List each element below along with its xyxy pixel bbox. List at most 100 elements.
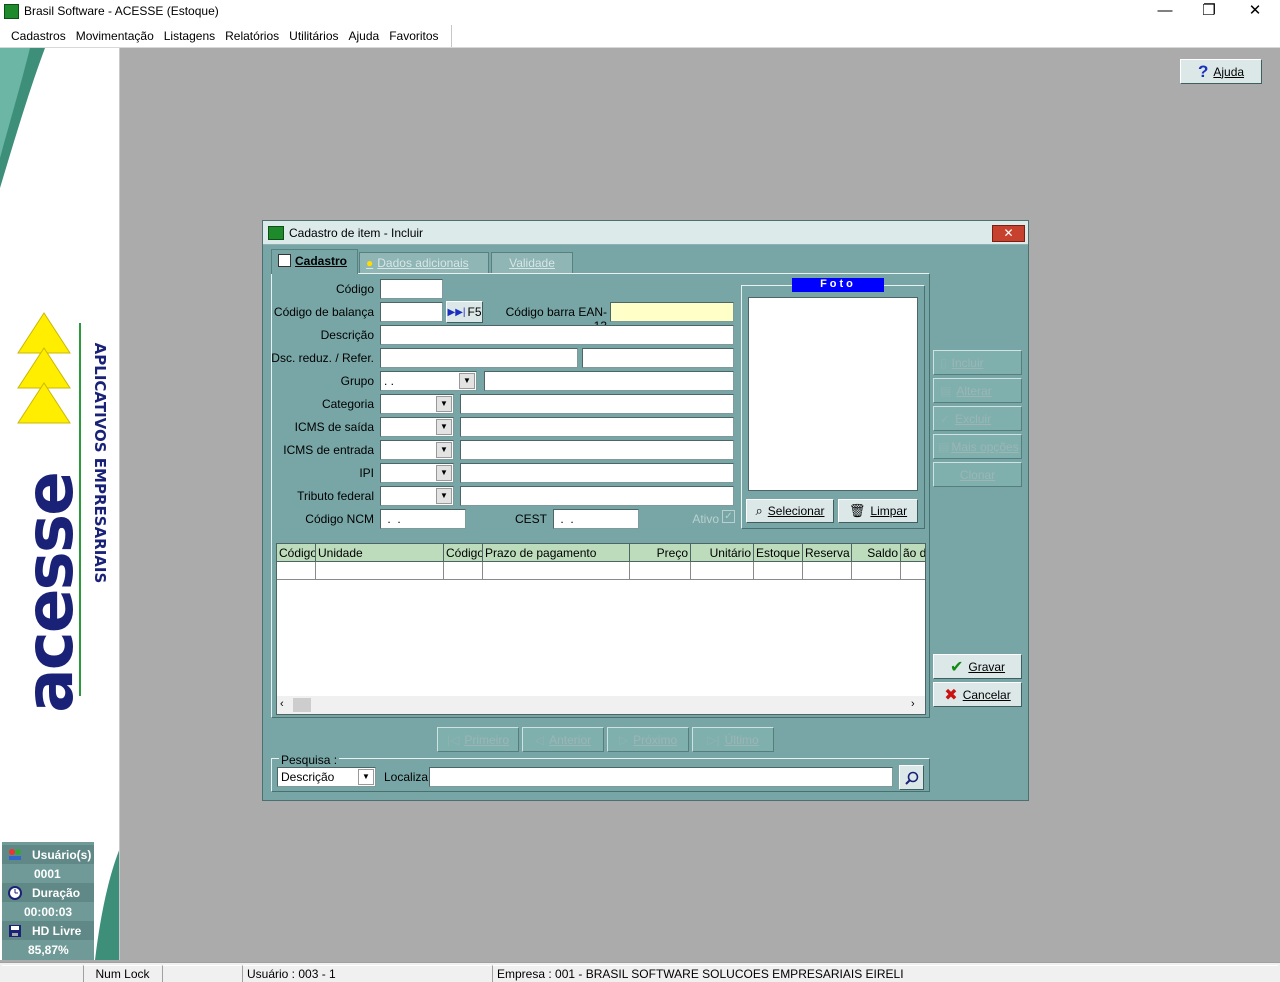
grupo-select[interactable]: . . ▼ <box>380 371 477 391</box>
grid-header-unitario[interactable]: Unitário <box>691 544 754 562</box>
proximo-button[interactable]: ▷ Próximo <box>607 727 689 752</box>
grid-header-codigo[interactable]: Código <box>277 544 316 562</box>
anterior-button[interactable]: ◁ Anterior <box>522 727 604 752</box>
grid-cell[interactable] <box>316 562 444 580</box>
grid-cell[interactable] <box>754 562 803 580</box>
excluir-label: Excluir <box>955 411 992 426</box>
chevron-down-icon[interactable]: ▼ <box>358 769 374 785</box>
chevron-down-icon[interactable]: ▼ <box>436 442 452 458</box>
chevron-down-icon[interactable]: ▼ <box>436 419 452 435</box>
localiza-input[interactable] <box>429 767 893 787</box>
pesquisa-select[interactable]: Descrição ▼ <box>277 767 376 787</box>
categoria-desc-input[interactable] <box>460 394 734 414</box>
grid-header-saldo[interactable]: Saldo <box>852 544 901 562</box>
cest-input[interactable]: . . <box>553 509 639 529</box>
menu-favoritos[interactable]: Favoritos <box>383 25 442 47</box>
primeiro-button[interactable]: |◁ Primeiro <box>437 727 519 752</box>
tab-dados-adicionais[interactable]: ● Dados adicionais <box>359 252 489 273</box>
status-numlock: Num Lock <box>83 965 161 982</box>
icms-entrada-select[interactable]: ▼ <box>380 440 454 460</box>
codigo-balanca-input[interactable] <box>380 302 443 322</box>
grid-header-reserva[interactable]: Reserva <box>803 544 852 562</box>
status-cell-3 <box>162 965 241 982</box>
scroll-thumb[interactable] <box>293 698 311 712</box>
ipi-desc-input[interactable] <box>460 463 734 483</box>
anterior-label: Anterior <box>549 732 592 747</box>
restore-button[interactable]: ❐ <box>1186 0 1232 24</box>
ultimo-button[interactable]: ▷| Último <box>692 727 774 752</box>
referencia-input[interactable] <box>582 348 734 368</box>
menu-cadastros[interactable]: Cadastros <box>5 25 70 47</box>
lightbulb-icon: ● <box>366 256 374 270</box>
alterar-label: Alterar <box>956 383 992 398</box>
alterar-button[interactable]: ▤ Alterar <box>933 378 1022 403</box>
grid-header-prazo[interactable]: Prazo de pagamento <box>483 544 630 562</box>
codigo-barra-input[interactable] <box>610 302 734 322</box>
help-button[interactable]: ? Ajuda <box>1180 59 1262 84</box>
icms-saida-select[interactable]: ▼ <box>380 417 454 437</box>
scroll-right-icon[interactable]: › <box>911 698 915 710</box>
ativo-checkbox[interactable]: ✓ <box>722 510 735 523</box>
grid-header-unidade[interactable]: Unidade <box>316 544 444 562</box>
pesquisa-group: Pesquisa : Descrição ▼ Localiza <box>271 753 930 792</box>
grid-cell[interactable] <box>444 562 483 580</box>
incluir-label: Incluir <box>951 355 984 370</box>
prices-grid[interactable]: Código Unidade Código Prazo de pagamento… <box>276 543 926 715</box>
menu-ajuda[interactable]: Ajuda <box>343 25 384 47</box>
cancelar-button[interactable]: ✖ Cancelar <box>933 682 1022 707</box>
grid-header-truncated[interactable]: ão d <box>901 544 925 562</box>
close-button[interactable]: ✕ <box>1232 0 1278 24</box>
descricao-label: Descrição <box>320 328 374 342</box>
grid-cell[interactable] <box>901 562 925 580</box>
codigo-ncm-input[interactable]: . . <box>380 509 466 529</box>
f5-button[interactable]: ▶▶| F5 <box>446 301 483 323</box>
brand-logo: acesse <box>11 473 88 713</box>
trash-icon: 🗑 <box>848 503 866 518</box>
excluir-button[interactable]: ✓ Excluir <box>933 406 1022 431</box>
incluir-button[interactable]: ▯ Incluir <box>933 350 1022 375</box>
search-button[interactable] <box>899 765 924 790</box>
icms-saida-desc-input[interactable] <box>460 417 734 437</box>
chevron-down-icon[interactable]: ▼ <box>436 488 452 504</box>
scroll-left-icon[interactable]: ‹ <box>280 698 284 710</box>
grid-header-codigo-prazo[interactable]: Código <box>444 544 483 562</box>
dialog-close-button[interactable]: ✕ <box>992 225 1025 242</box>
tributo-federal-desc-input[interactable] <box>460 486 734 506</box>
menu-relatorios[interactable]: Relatórios <box>219 25 283 47</box>
limpar-button[interactable]: 🗑 Limpar <box>838 499 918 523</box>
tributo-federal-select[interactable]: ▼ <box>380 486 454 506</box>
foto-image-area[interactable] <box>748 297 918 491</box>
dsc-reduz-input[interactable] <box>380 348 578 368</box>
horizontal-scrollbar[interactable]: ‹ › <box>277 696 925 714</box>
grid-cell[interactable] <box>803 562 852 580</box>
grid-header-estoque[interactable]: Estoque <box>754 544 803 562</box>
grid-cell[interactable] <box>483 562 630 580</box>
menu-utilitarios[interactable]: Utilitários <box>283 25 342 47</box>
grid-cell[interactable] <box>852 562 901 580</box>
chevron-down-icon[interactable]: ▼ <box>459 373 475 389</box>
grid-cell[interactable] <box>630 562 691 580</box>
gravar-button[interactable]: ✔ Gravar <box>933 654 1022 679</box>
grupo-desc-input[interactable] <box>484 371 734 391</box>
codigo-input[interactable] <box>380 279 443 299</box>
ultimo-label: Último <box>724 732 759 747</box>
categoria-select[interactable]: ▼ <box>380 394 454 414</box>
selecionar-button[interactable]: ⌕ Selecionar <box>746 499 834 523</box>
grid-cell[interactable] <box>277 562 316 580</box>
chevron-down-icon[interactable]: ▼ <box>436 396 452 412</box>
descricao-input[interactable] <box>380 325 734 345</box>
icms-entrada-desc-input[interactable] <box>460 440 734 460</box>
grid-header-preco[interactable]: Preço <box>630 544 691 562</box>
menu-movimentacao[interactable]: Movimentação <box>70 25 158 47</box>
ipi-select[interactable]: ▼ <box>380 463 454 483</box>
minimize-button[interactable]: — <box>1142 0 1188 24</box>
tab-validade[interactable]: Validade <box>491 252 573 273</box>
clonar-button[interactable]: Clonar <box>933 462 1022 487</box>
tab-cadastro[interactable]: Cadastro <box>271 249 358 274</box>
menu-listagens[interactable]: Listagens <box>158 25 219 47</box>
previous-icon: ◁ <box>534 732 545 747</box>
chevron-down-icon[interactable]: ▼ <box>436 465 452 481</box>
grid-cell[interactable] <box>691 562 754 580</box>
mais-opcoes-button[interactable]: ▤ Mais opções <box>933 434 1022 459</box>
status-empresa: Empresa : 001 - BRASIL SOFTWARE SOLUCOES… <box>492 965 1278 982</box>
